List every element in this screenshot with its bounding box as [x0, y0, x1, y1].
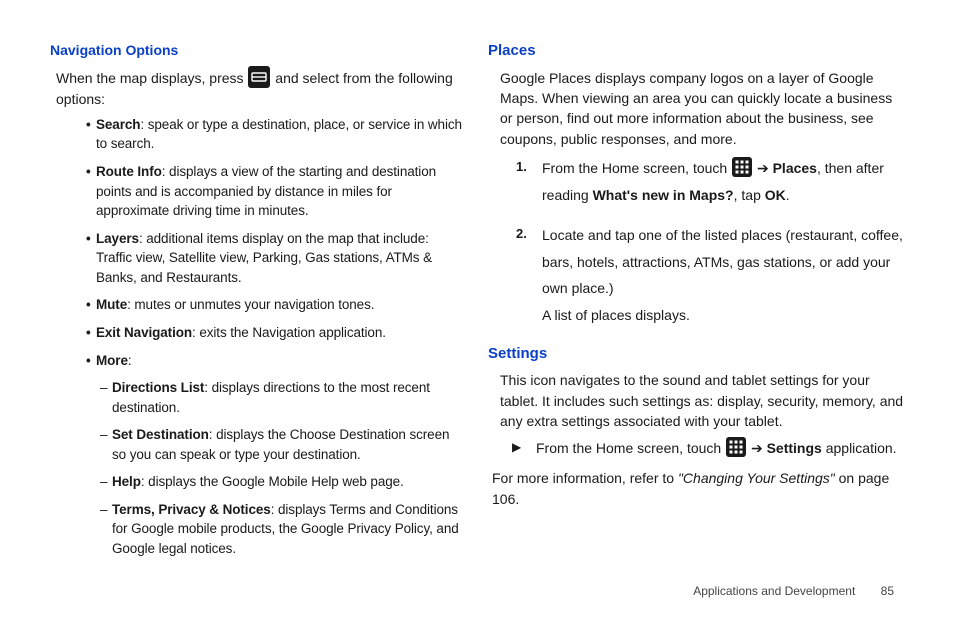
left-column: Navigation Options When the map displays… [50, 40, 462, 567]
settings-intro: This icon navigates to the sound and tab… [500, 370, 904, 431]
bullet-more: • More: [86, 351, 462, 371]
settings-heading: Settings [488, 343, 904, 365]
more-sub-list: – Directions List: displays directions t… [100, 378, 462, 559]
bullet-text: : mutes or unmutes your navigation tones… [127, 297, 374, 312]
page-number: 85 [881, 583, 894, 600]
bullet-label: Search [96, 117, 140, 132]
settings-ref: For more information, refer to "Changing… [492, 468, 904, 509]
bullet-dot: • [86, 323, 96, 343]
bullet-search: • Search: speak or type a destination, p… [86, 115, 462, 154]
step-number: 2. [516, 222, 542, 328]
chapter-name: Applications and Development [693, 584, 855, 598]
bullet-dot: • [86, 351, 96, 371]
settings-label: Settings [767, 440, 822, 456]
sub-directions: – Directions List: displays directions t… [100, 378, 462, 417]
sub-label: Set Destination [112, 427, 209, 442]
bullet-label: Route Info [96, 164, 162, 179]
bullet-dot: • [86, 229, 96, 288]
bullet-dot: • [86, 295, 96, 315]
menu-icon [248, 66, 270, 88]
bullet-text: : additional items display on the map th… [96, 231, 432, 285]
right-column: Places Google Places displays company lo… [492, 40, 904, 567]
sub-label: Terms, Privacy & Notices [112, 502, 271, 517]
sub-terms: – Terms, Privacy & Notices: displays Ter… [100, 500, 462, 559]
nav-intro-a: When the map displays, press [56, 70, 247, 86]
sub-help: – Help: displays the Google Mobile Help … [100, 472, 462, 492]
bullet-label: Exit Navigation [96, 325, 192, 340]
apps-grid-icon [726, 437, 746, 457]
s1-a: From the Home screen, touch [542, 160, 731, 176]
s2-tail: A list of places displays. [542, 307, 690, 323]
s2-text: Locate and tap one of the listed places … [542, 227, 903, 296]
nav-bullet-list: • Search: speak or type a destination, p… [86, 115, 462, 370]
ref-a: For more information, refer to [492, 470, 678, 486]
bullet-text: : [128, 353, 132, 368]
settings-step-a: From the Home screen, touch [536, 440, 725, 456]
sub-setdest: – Set Destination: displays the Choose D… [100, 425, 462, 464]
bullet-routeinfo: • Route Info: displays a view of the sta… [86, 162, 462, 221]
bullet-dot: • [86, 162, 96, 221]
sub-dash: – [100, 378, 112, 417]
places-step-1: 1. From the Home screen, touch ➔ Places,… [516, 155, 904, 208]
sub-dash: – [100, 472, 112, 492]
ref-title: "Changing Your Settings" [678, 470, 835, 486]
settings-step-arrow: ➔ [747, 440, 767, 456]
s1-e: . [786, 187, 790, 203]
sub-label: Help [112, 474, 141, 489]
nav-intro: When the map displays, press and select … [56, 66, 462, 109]
sub-dash: – [100, 500, 112, 559]
s1-places: Places [773, 160, 817, 176]
places-heading: Places [488, 40, 904, 62]
places-steps: 1. From the Home screen, touch ➔ Places,… [516, 155, 904, 329]
s1-ok: OK [765, 187, 786, 203]
sub-dash: – [100, 425, 112, 464]
places-intro: Google Places displays company logos on … [500, 68, 904, 149]
arrow-bullet-icon: ▶ [512, 437, 536, 456]
bullet-label: More [96, 353, 128, 368]
nav-options-heading: Navigation Options [50, 40, 462, 60]
settings-step: ▶ From the Home screen, touch ➔ Settings… [512, 437, 904, 458]
bullet-label: Layers [96, 231, 139, 246]
bullet-text: : exits the Navigation application. [192, 325, 386, 340]
bullet-text: : speak or type a destination, place, or… [96, 117, 462, 152]
page-footer: Applications and Development 85 [693, 583, 894, 600]
sub-text: : displays the Google Mobile Help web pa… [141, 474, 404, 489]
s1-arrow: ➔ [753, 160, 773, 176]
bullet-layers: • Layers: additional items display on th… [86, 229, 462, 288]
places-step-2: 2. Locate and tap one of the listed plac… [516, 222, 904, 328]
step-number: 1. [516, 155, 542, 208]
settings-step-c: application. [822, 440, 897, 456]
apps-grid-icon [732, 157, 752, 177]
bullet-label: Mute [96, 297, 127, 312]
sub-label: Directions List [112, 380, 204, 395]
bullet-dot: • [86, 115, 96, 154]
s1-whats: What's new in Maps? [593, 187, 734, 203]
bullet-mute: • Mute: mutes or unmutes your navigation… [86, 295, 462, 315]
bullet-exitnav: • Exit Navigation: exits the Navigation … [86, 323, 462, 343]
s1-d: , tap [734, 187, 765, 203]
